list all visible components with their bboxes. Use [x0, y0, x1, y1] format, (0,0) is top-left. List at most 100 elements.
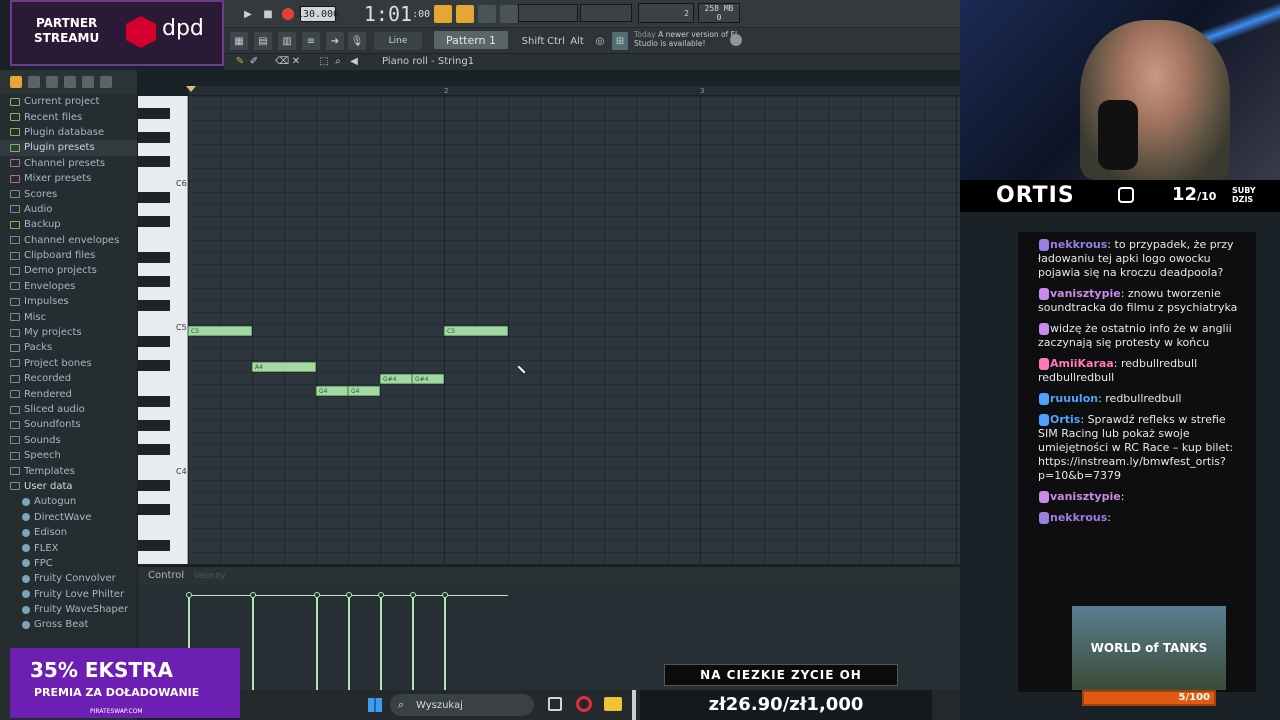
velocity-bar[interactable] — [444, 596, 446, 690]
sidebar-item[interactable]: Recorded — [0, 371, 137, 386]
black-key[interactable] — [138, 396, 170, 407]
black-key[interactable] — [138, 480, 170, 491]
alt-key-button[interactable]: Alt — [568, 32, 586, 50]
mic-icon[interactable]: 🎙 — [348, 32, 366, 50]
black-key[interactable] — [138, 132, 170, 143]
record-button[interactable] — [280, 5, 296, 23]
sidebar-item[interactable]: Sounds — [0, 433, 137, 448]
note[interactable]: C5 — [444, 326, 508, 336]
sidebar-item[interactable]: FLEX — [0, 540, 137, 555]
sidebar-item[interactable]: Autogun — [0, 494, 137, 509]
velocity-handle[interactable] — [250, 592, 256, 598]
windows-start-icon[interactable] — [368, 698, 382, 712]
note[interactable]: G#4 — [412, 374, 444, 384]
tempo-display[interactable]: 130.000 — [297, 6, 339, 22]
song-mode-button[interactable] — [456, 5, 474, 23]
black-key[interactable] — [138, 360, 170, 371]
black-key[interactable] — [138, 420, 170, 431]
browser-icon[interactable]: ≡ — [302, 32, 320, 50]
velocity-handle[interactable] — [186, 592, 192, 598]
paint-tool-icon[interactable]: ✐ — [248, 54, 260, 68]
sidebar-item[interactable]: Channel envelopes — [0, 233, 137, 248]
sidebar-item[interactable]: Mixer presets — [0, 171, 137, 186]
chat-username[interactable]: Ortis — [1050, 413, 1080, 426]
mixer-icon[interactable]: ▦ — [230, 32, 248, 50]
black-key[interactable] — [138, 540, 170, 551]
ctrl-key-button[interactable]: Ctrl — [546, 32, 566, 50]
plugin-picker-icon[interactable]: ➜ — [326, 32, 344, 50]
note-grid[interactable] — [188, 96, 960, 564]
sidebar-item[interactable]: DirectWave — [0, 510, 137, 525]
sidebar-item[interactable]: Templates — [0, 463, 137, 478]
zoom-tool-icon[interactable]: ⌕ — [332, 54, 344, 68]
velocity-handle[interactable] — [346, 592, 352, 598]
velocity-handle[interactable] — [314, 592, 320, 598]
sidebar-item[interactable]: Sliced audio — [0, 402, 137, 417]
sidebar-item[interactable]: Rendered — [0, 386, 137, 401]
sidebar-item[interactable]: Fruity Love Philter — [0, 587, 137, 602]
shift-key-button[interactable]: Shift — [522, 32, 545, 50]
fl-studio-taskbar-icon[interactable] — [632, 690, 636, 720]
sidebar-item[interactable]: Clipboard files — [0, 248, 137, 263]
browser-forward-icon[interactable] — [64, 76, 76, 88]
chat-username[interactable]: AmiiKaraa — [1050, 357, 1114, 370]
black-key[interactable] — [138, 216, 170, 227]
sidebar-item[interactable]: Speech — [0, 448, 137, 463]
black-key[interactable] — [138, 156, 170, 167]
browser-back-icon[interactable] — [46, 76, 58, 88]
chat-username[interactable]: ruuulon — [1050, 392, 1098, 405]
velocity-bar[interactable] — [252, 596, 254, 690]
velocity-handle[interactable] — [442, 592, 448, 598]
browser-star-icon[interactable] — [100, 76, 112, 88]
sidebar-item[interactable]: Fruity WaveShaper — [0, 602, 137, 617]
piano-roll-icon[interactable]: ▥ — [278, 32, 296, 50]
task-view-icon[interactable] — [548, 697, 562, 711]
sidebar-item[interactable]: Fruity Convolver — [0, 571, 137, 586]
velocity-bar[interactable] — [412, 596, 414, 690]
chat-username[interactable]: nekkrous — [1050, 511, 1107, 524]
stop-button[interactable]: ■ — [260, 5, 276, 23]
velocity-handle[interactable] — [410, 592, 416, 598]
online-icon[interactable]: ◎ — [592, 32, 608, 50]
black-key[interactable] — [138, 276, 170, 287]
black-key[interactable] — [138, 192, 170, 203]
sidebar-item[interactable]: Impulses — [0, 294, 137, 309]
note[interactable]: G4 — [316, 386, 348, 396]
taskbar-search[interactable]: ⌕ Wyszukaj — [390, 694, 534, 716]
sidebar-item[interactable]: Recent files — [0, 109, 137, 124]
black-key[interactable] — [138, 444, 170, 455]
sidebar-item[interactable]: Audio — [0, 202, 137, 217]
sidebar-item[interactable]: Scores — [0, 186, 137, 201]
black-key[interactable] — [138, 336, 170, 347]
note[interactable]: G4 — [348, 386, 380, 396]
opera-icon[interactable] — [576, 696, 592, 712]
sidebar-item[interactable]: Plugin presets — [0, 140, 137, 156]
play-button[interactable]: ▶ — [240, 5, 256, 23]
playback-tool-icon[interactable]: ◀ — [348, 54, 360, 68]
pattern-select[interactable]: Pattern 1 — [434, 31, 508, 49]
select-tool-icon[interactable]: ⬚ — [318, 54, 330, 68]
note[interactable]: C5 — [188, 326, 252, 336]
globe-icon[interactable] — [730, 34, 742, 46]
timeline-ruler[interactable] — [188, 86, 960, 96]
channel-rack-icon[interactable]: ▤ — [254, 32, 272, 50]
sidebar-item[interactable]: Soundfonts — [0, 417, 137, 432]
browser-options-icon[interactable] — [10, 76, 22, 88]
sidebar-item[interactable]: Misc — [0, 309, 137, 324]
browser-cloud-icon[interactable] — [82, 76, 94, 88]
control-param-label[interactable]: Velocity — [194, 571, 225, 580]
velocity-bar[interactable] — [348, 596, 350, 690]
metronome-icon[interactable] — [500, 5, 518, 23]
sidebar-item[interactable]: Demo projects — [0, 263, 137, 278]
sidebar-item[interactable]: Backup — [0, 217, 137, 232]
shop-icon[interactable]: ⊞ — [612, 32, 628, 50]
black-key[interactable] — [138, 504, 170, 515]
chat-username[interactable]: nekkrous — [1050, 238, 1107, 251]
velocity-bar[interactable] — [380, 596, 382, 690]
browser-file-icon[interactable] — [28, 76, 40, 88]
chat-username[interactable]: vanisztypie — [1050, 490, 1121, 503]
sidebar-item[interactable]: Plugin database — [0, 125, 137, 140]
control-label[interactable]: Control — [148, 570, 184, 581]
playhead-marker[interactable] — [186, 86, 196, 92]
black-key[interactable] — [138, 300, 170, 311]
